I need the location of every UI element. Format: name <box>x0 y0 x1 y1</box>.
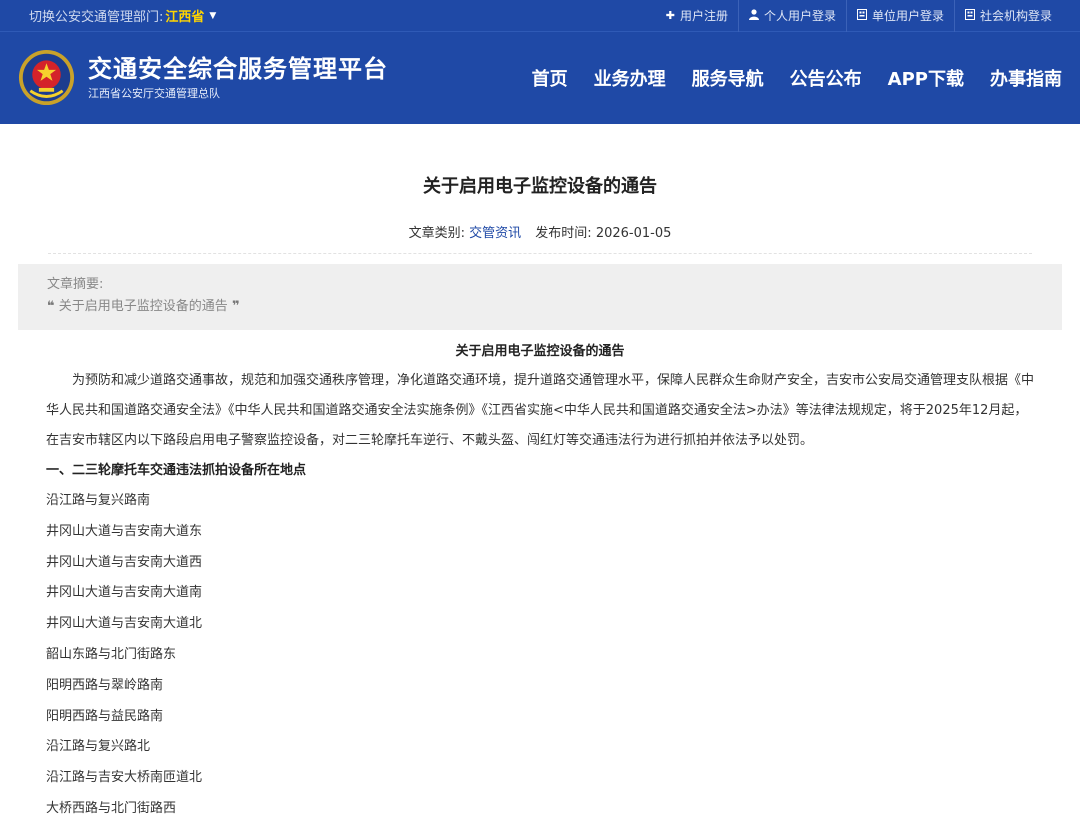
register-label: 用户注册 <box>679 9 728 23</box>
content-title: 关于启用电子监控设备的通告 <box>455 344 625 359</box>
location-item: 阳明西路与益民路南 <box>46 708 164 724</box>
publish-date: 2026-01-05 <box>595 226 672 241</box>
institution-login-link[interactable]: 社会机构登录 <box>953 0 1062 32</box>
register-link[interactable]: ✚ 用户注册 <box>656 0 738 32</box>
personal-login-label: 个人用户登录 <box>763 9 836 23</box>
location-item: 大桥西路与北门街路西 <box>46 800 177 816</box>
article-meta: 文章类别: 交管资讯 发布时间: 2026-01-05 <box>0 222 1080 241</box>
unit-login-link[interactable]: 单位用户登录 <box>845 0 954 32</box>
switch-label: 切换公安交通管理部门: <box>29 10 164 25</box>
nav-app-download[interactable]: APP下载 <box>888 65 964 91</box>
caret-down-icon[interactable]: ▼ <box>209 11 216 21</box>
open-quote-icon: ❝ <box>47 299 55 314</box>
nav-announcements[interactable]: 公告公布 <box>790 65 862 91</box>
location-item: 井冈山大道与吉安南大道东 <box>46 523 203 539</box>
summary-label: 文章摘要: <box>47 277 104 292</box>
article-content: 关于启用电子监控设备的通告 为预防和减少道路交通事故，规范和加强交通秩序管理，净… <box>0 342 1080 819</box>
top-bar: 切换公安交通管理部门: 江西省 ▼ ✚ 用户注册 个人用户登录 单位用户登录 社… <box>0 0 1080 32</box>
plus-icon: ✚ <box>665 9 675 22</box>
intro-paragraph: 为预防和减少道路交通事故，规范和加强交通秩序管理，净化道路交通环境，提升道路交通… <box>46 373 1035 448</box>
nav-business[interactable]: 业务办理 <box>594 65 666 91</box>
location-list: 沿江路与复兴路南 井冈山大道与吉安南大道东 井冈山大道与吉安南大道西 井冈山大道… <box>46 486 1034 819</box>
nav-guide[interactable]: 办事指南 <box>990 65 1062 91</box>
close-quote-icon: ❞ <box>231 299 240 314</box>
article: 关于启用电子监控设备的通告 文章类别: 交管资讯 发布时间: 2026-01-0… <box>0 172 1080 819</box>
nav-service-guide[interactable]: 服务导航 <box>692 65 764 91</box>
brand-bar: 交通安全综合服务管理平台 江西省公安厅交通管理总队 首页 业务办理 服务导航 公… <box>0 32 1080 123</box>
location-item: 井冈山大道与吉安南大道西 <box>46 554 203 570</box>
institution-login-label: 社会机构登录 <box>979 9 1052 23</box>
account-links: ✚ 用户注册 个人用户登录 单位用户登录 社会机构登录 <box>656 0 1062 32</box>
institution-icon <box>964 8 975 23</box>
department-switcher[interactable]: 切换公安交通管理部门: 江西省 ▼ <box>29 6 216 25</box>
category-label: 文章类别: <box>408 226 465 241</box>
main-nav: 首页 业务办理 服务导航 公告公布 APP下载 办事指南 <box>506 65 1062 91</box>
summary-text: 关于启用电子监控设备的通告 <box>58 299 228 314</box>
police-emblem-logo[interactable] <box>18 49 75 106</box>
article-summary: 文章摘要: ❝ 关于启用电子监控设备的通告 ❞ <box>18 264 1062 330</box>
user-icon <box>748 8 759 23</box>
unit-login-label: 单位用户登录 <box>871 9 944 23</box>
category-link[interactable]: 交管资讯 <box>469 226 521 241</box>
platform-title: 交通安全综合服务管理平台 <box>88 54 388 83</box>
brand-text: 交通安全综合服务管理平台 江西省公安厅交通管理总队 <box>88 54 388 102</box>
location-item: 沿江路与吉安大桥南匝道北 <box>46 770 203 786</box>
location-item: 韶山东路与北门街路东 <box>46 646 177 662</box>
article-title: 关于启用电子监控设备的通告 <box>423 176 657 197</box>
site-header: 切换公安交通管理部门: 江西省 ▼ ✚ 用户注册 个人用户登录 单位用户登录 社… <box>0 0 1080 124</box>
location-item: 沿江路与复兴路南 <box>46 493 151 508</box>
divider <box>48 253 1032 254</box>
personal-login-link[interactable]: 个人用户登录 <box>737 0 846 32</box>
nav-home[interactable]: 首页 <box>532 65 568 91</box>
summary-text-wrap: ❝ 关于启用电子监控设备的通告 ❞ <box>47 298 1033 316</box>
province-selector[interactable]: 江西省 <box>165 6 204 25</box>
section-heading: 一、二三轮摩托车交通违法抓拍设备所在地点 <box>46 463 307 478</box>
location-item: 沿江路与复兴路北 <box>46 739 151 755</box>
building-icon <box>856 8 867 23</box>
location-item: 井冈山大道与吉安南大道北 <box>46 616 203 632</box>
platform-subtitle: 江西省公安厅交通管理总队 <box>88 86 220 100</box>
date-label: 发布时间: <box>535 226 592 241</box>
location-item: 井冈山大道与吉安南大道南 <box>46 585 203 601</box>
location-item: 阳明西路与翠岭路南 <box>46 677 164 693</box>
